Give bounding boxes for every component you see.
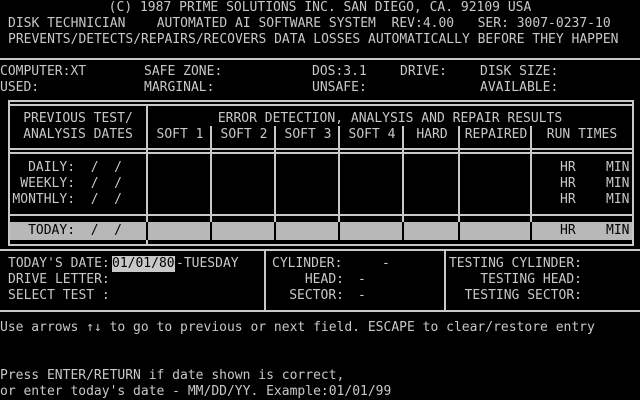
col-run-times: RUN TIMES	[546, 127, 618, 142]
form-bottom-rule	[0, 310, 640, 312]
today-cell-sep	[274, 222, 276, 240]
dos-version: DOS:3.1	[312, 64, 367, 79]
row-monthly-hr: HR	[560, 192, 576, 207]
col-divider	[458, 126, 460, 222]
col-divider	[338, 126, 340, 222]
table-bottom-rule	[8, 244, 634, 246]
computer-type: COMPUTER:XT	[0, 64, 87, 79]
disk-technician-screen: (C) 1987 PRIME SOLUTIONS INC. SAN DIEGO,…	[0, 0, 640, 400]
table-top-border	[8, 100, 634, 102]
head-label: HEAD:	[304, 272, 344, 287]
todays-date-input[interactable]: 01/01/80	[112, 256, 175, 272]
col-hard: HARD	[416, 127, 448, 142]
today-cell-sep	[210, 222, 212, 240]
row-monthly-date: MONTHLY: / /	[12, 192, 122, 207]
row-daily-date: DAILY: / /	[28, 160, 122, 175]
row-monthly-min: MIN	[606, 192, 630, 207]
header-body-rule	[8, 148, 634, 150]
row-weekly-date: WEEKLY: / /	[20, 176, 122, 191]
select-test-input[interactable]	[112, 288, 232, 304]
disk-size-label: DISK SIZE:	[480, 64, 559, 79]
available-label: AVAILABLE:	[480, 80, 559, 95]
col-divider	[530, 126, 532, 222]
date-prompt-line1: Press ENTER/RETURN if date shown is corr…	[0, 368, 345, 383]
col-soft2: SOFT 2	[220, 127, 268, 142]
row-today-hr: HR	[560, 223, 576, 238]
table-right-border	[632, 100, 634, 246]
col-soft1: SOFT 1	[156, 127, 204, 142]
select-test-label: SELECT TEST :	[8, 288, 110, 303]
today-cell-sep	[530, 222, 532, 240]
col-divider	[402, 126, 404, 222]
today-cell-sep	[146, 222, 148, 240]
row-daily-hr: HR	[560, 160, 576, 175]
today-cell-sep	[338, 222, 340, 240]
col-soft4: SOFT 4	[348, 127, 396, 142]
testing-head-label: TESTING HEAD:	[480, 272, 582, 287]
prev-test-header: PREVIOUS TEST/	[23, 111, 133, 126]
sysinfo-top-rule	[0, 58, 640, 60]
row-today-date: TODAY: / /	[28, 223, 122, 238]
safe-zone-label: SAFE ZONE:	[144, 64, 223, 79]
todays-date-label: TODAY'S DATE:	[8, 256, 110, 271]
head-value: -	[358, 272, 366, 287]
row-daily-min: MIN	[606, 160, 630, 175]
cylinder-label: CYLINDER:	[272, 256, 343, 271]
today-cell-sep	[458, 222, 460, 240]
today-cell-sep	[402, 222, 404, 240]
drive-letter-input[interactable]	[112, 272, 232, 288]
col-divider	[210, 126, 212, 222]
row-weekly-min: MIN	[606, 176, 630, 191]
row-weekly-hr: HR	[560, 176, 576, 191]
tagline: PREVENTS/DETECTS/REPAIRS/RECOVERS DATA L…	[8, 32, 619, 47]
date-prompt-line2: or enter today's date - MM/DD/YY. Exampl…	[0, 384, 392, 399]
analysis-dates-header: ANALYSIS DATES	[23, 127, 133, 142]
sector-value: -	[358, 288, 366, 303]
col-repaired: REPAIRED	[464, 127, 528, 142]
drive-label: DRIVE:	[400, 64, 447, 79]
table-top-border-inner	[8, 104, 634, 106]
copyright-line: (C) 1987 PRIME SOLUTIONS INC. SAN DIEGO,…	[108, 0, 532, 15]
sector-label: SECTOR:	[289, 288, 344, 303]
weekday: -TUESDAY	[176, 256, 239, 271]
form-top-rule	[0, 249, 640, 251]
arrow-help-text: Use arrows ↑↓ to go to previous or next …	[0, 320, 595, 335]
marginal-label: MARGINAL:	[144, 80, 215, 95]
product-title-line: DISK TECHNICIAN AUTOMATED AI SOFTWARE SY…	[8, 16, 611, 31]
cylinder-value: -	[382, 256, 390, 271]
form-divider-1	[264, 250, 266, 310]
col-soft3: SOFT 3	[284, 127, 332, 142]
testing-cylinder-label: TESTING CYLINDER:	[448, 256, 582, 271]
col-divider	[274, 126, 276, 222]
used-label: USED:	[0, 80, 40, 95]
today-top-rule	[8, 214, 634, 216]
drive-letter-label: DRIVE LETTER:	[8, 272, 110, 287]
row-today-min: MIN	[606, 223, 630, 238]
testing-sector-label: TESTING SECTOR:	[464, 288, 582, 303]
unsafe-label: UNSAFE:	[312, 80, 367, 95]
header-body-rule-inner	[8, 152, 634, 154]
results-header: ERROR DETECTION, ANALYSIS AND REPAIR RES…	[217, 111, 563, 126]
